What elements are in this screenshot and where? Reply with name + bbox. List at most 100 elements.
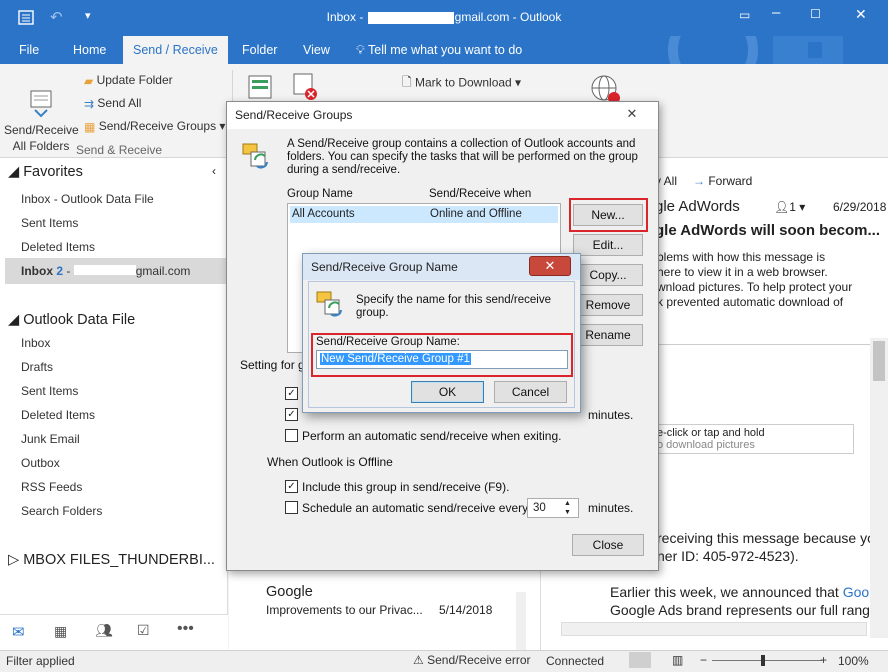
group-when-cell: Online and Offline: [430, 208, 522, 220]
online-schedule-checkbox[interactable]: ✓: [285, 408, 298, 421]
redacted-email: [73, 265, 136, 275]
dialog-close-button[interactable]: ✕: [529, 256, 571, 276]
tab-folder[interactable]: Folder: [242, 36, 277, 64]
normal-view-icon[interactable]: [629, 652, 651, 668]
menu-bar: File Home Send / Receive Folder View 💡︎ …: [0, 36, 888, 64]
table-row[interactable]: All Accounts Online and Offline: [290, 206, 558, 223]
sender-name[interactable]: gle AdWords: [655, 198, 740, 215]
list-scrollbar[interactable]: [516, 592, 526, 650]
more-icon[interactable]: •••: [177, 620, 194, 638]
name-field-label: Send/Receive Group Name:: [316, 336, 460, 348]
ribbon-display-icon[interactable]: ▭: [739, 8, 750, 22]
cancel-all-icon[interactable]: [291, 72, 321, 102]
close-window-button[interactable]: ✕: [855, 6, 867, 23]
remove-button[interactable]: Remove: [573, 294, 643, 316]
minutes-label: minutes.: [588, 408, 634, 422]
send-receive-all-button[interactable]: Send/Receive All Folders: [4, 72, 79, 154]
maximize-button[interactable]: ☐: [810, 7, 821, 21]
zoom-level[interactable]: 100%: [838, 654, 869, 668]
group-name-input[interactable]: New Send/Receive Group #1: [316, 350, 568, 369]
edit-button[interactable]: Edit...: [573, 234, 643, 256]
unread-count: 2: [56, 264, 64, 278]
message-sender[interactable]: Google: [266, 584, 313, 600]
message-date: 6/29/2018: [833, 200, 887, 214]
rename-button[interactable]: Rename: [573, 324, 643, 346]
folder-item[interactable]: Inbox: [21, 336, 50, 350]
forward-icon: →: [693, 174, 705, 188]
new-button[interactable]: New...: [573, 204, 643, 226]
close-button[interactable]: Close: [572, 534, 644, 556]
tab-file[interactable]: File: [19, 36, 39, 64]
exit-label: Perform an automatic send/receive when e…: [302, 429, 562, 443]
send-receive-groups-button[interactable]: ▦ Send/Receive Groups ▾: [84, 119, 225, 134]
zoom-in-button[interactable]: +: [820, 653, 827, 667]
mbox-header[interactable]: ▷ MBOX FILES_THUNDERBI...: [8, 552, 215, 568]
update-folder-button[interactable]: ▰ Update Folder: [84, 73, 173, 88]
ribbon-decoration: [668, 36, 843, 64]
exit-checkbox[interactable]: [285, 429, 298, 442]
col-send-receive-when: Send/Receive when: [429, 188, 532, 200]
dialog-close-button[interactable]: ✕: [611, 105, 653, 125]
dialog-title: Send/Receive Groups: [227, 102, 658, 129]
inbox-item[interactable]: Inbox 2 - gmail.com: [21, 264, 190, 278]
tab-view[interactable]: View: [303, 36, 330, 64]
schedule-value: 30: [533, 502, 546, 514]
fav-item[interactable]: Inbox - Outlook Data File: [21, 192, 154, 206]
schedule-label: Schedule an automatic send/receive every: [302, 501, 529, 515]
cancel-button[interactable]: Cancel: [494, 381, 567, 403]
copy-button[interactable]: Copy...: [573, 264, 643, 286]
group-name-icon: [316, 291, 342, 317]
folder-item[interactable]: Junk Email: [21, 432, 80, 446]
collapse-pane-icon[interactable]: ‹: [212, 164, 216, 178]
zoom-slider[interactable]: [712, 660, 822, 661]
mark-download-icon: 🗋︎: [402, 75, 412, 89]
data-file-header[interactable]: ◢ Outlook Data File: [8, 312, 135, 328]
download-headers-icon[interactable]: [247, 74, 275, 102]
folder-item[interactable]: Outbox: [21, 456, 60, 470]
folder-item[interactable]: Sent Items: [21, 384, 78, 398]
name-prompt: Specify the name for this send/receive g…: [356, 294, 551, 319]
minimize-button[interactable]: –: [772, 4, 780, 21]
body-line: Earlier this week, we announced that Goo: [610, 584, 870, 600]
connection-status: Connected: [546, 654, 605, 668]
horizontal-scrollbar[interactable]: [561, 622, 867, 636]
filter-status: Filter applied: [6, 654, 75, 668]
folder-item[interactable]: Drafts: [21, 360, 53, 374]
vertical-scrollbar[interactable]: [870, 338, 888, 638]
zoom-out-button[interactable]: −: [700, 653, 707, 667]
zoom-slider-thumb[interactable]: [761, 655, 765, 666]
spinner-arrows-icon[interactable]: ▲ ▼: [564, 499, 571, 517]
folder-item[interactable]: RSS Feeds: [21, 480, 82, 494]
fav-item[interactable]: Sent Items: [21, 216, 78, 230]
redacted-email: [367, 11, 454, 24]
body-link[interactable]: Goo: [843, 584, 869, 600]
setting-for-label: Setting for g: [240, 358, 305, 372]
online-include-checkbox[interactable]: ✓: [285, 387, 298, 400]
reading-view-icon[interactable]: ▥: [672, 653, 683, 667]
info-bar[interactable]: blems with how this message is here to v…: [657, 250, 852, 310]
folder-item[interactable]: Search Folders: [21, 504, 102, 518]
send-all-button[interactable]: ⇉ Send All: [84, 96, 141, 111]
tell-me-box[interactable]: 💡︎ Tell me what you want to do: [356, 36, 522, 64]
people-icon[interactable]: 👥︎: [95, 622, 113, 639]
fav-item[interactable]: Deleted Items: [21, 240, 95, 254]
tab-home[interactable]: Home: [73, 36, 106, 64]
message-subject[interactable]: Improvements to our Privac...: [266, 603, 423, 617]
mark-to-download-button[interactable]: 🗋︎ Mark to Download ▾: [402, 73, 521, 94]
mail-icon[interactable]: ✉: [12, 623, 25, 641]
body-line: Google Ads brand represents our full ran…: [610, 602, 870, 618]
forward-button[interactable]: → Forward: [693, 174, 752, 188]
folder-item[interactable]: Deleted Items: [21, 408, 95, 422]
tasks-icon[interactable]: ☑: [137, 622, 150, 639]
tab-send-receive[interactable]: Send / Receive: [123, 36, 228, 64]
body-line: receiving this message because yo: [657, 530, 875, 546]
include-checkbox[interactable]: ✓: [285, 480, 298, 493]
calendar-icon[interactable]: ▦: [54, 623, 67, 640]
people-count[interactable]: 👤︎1 ▾: [774, 200, 805, 214]
ok-button[interactable]: OK: [411, 381, 484, 403]
favorites-header[interactable]: ◢ Favorites: [8, 164, 83, 180]
error-status[interactable]: ⚠ Send/Receive error: [413, 653, 531, 667]
schedule-spinner[interactable]: 30 ▲ ▼: [527, 498, 579, 518]
schedule-checkbox[interactable]: [285, 501, 298, 514]
group-name-cell: All Accounts: [292, 208, 355, 220]
